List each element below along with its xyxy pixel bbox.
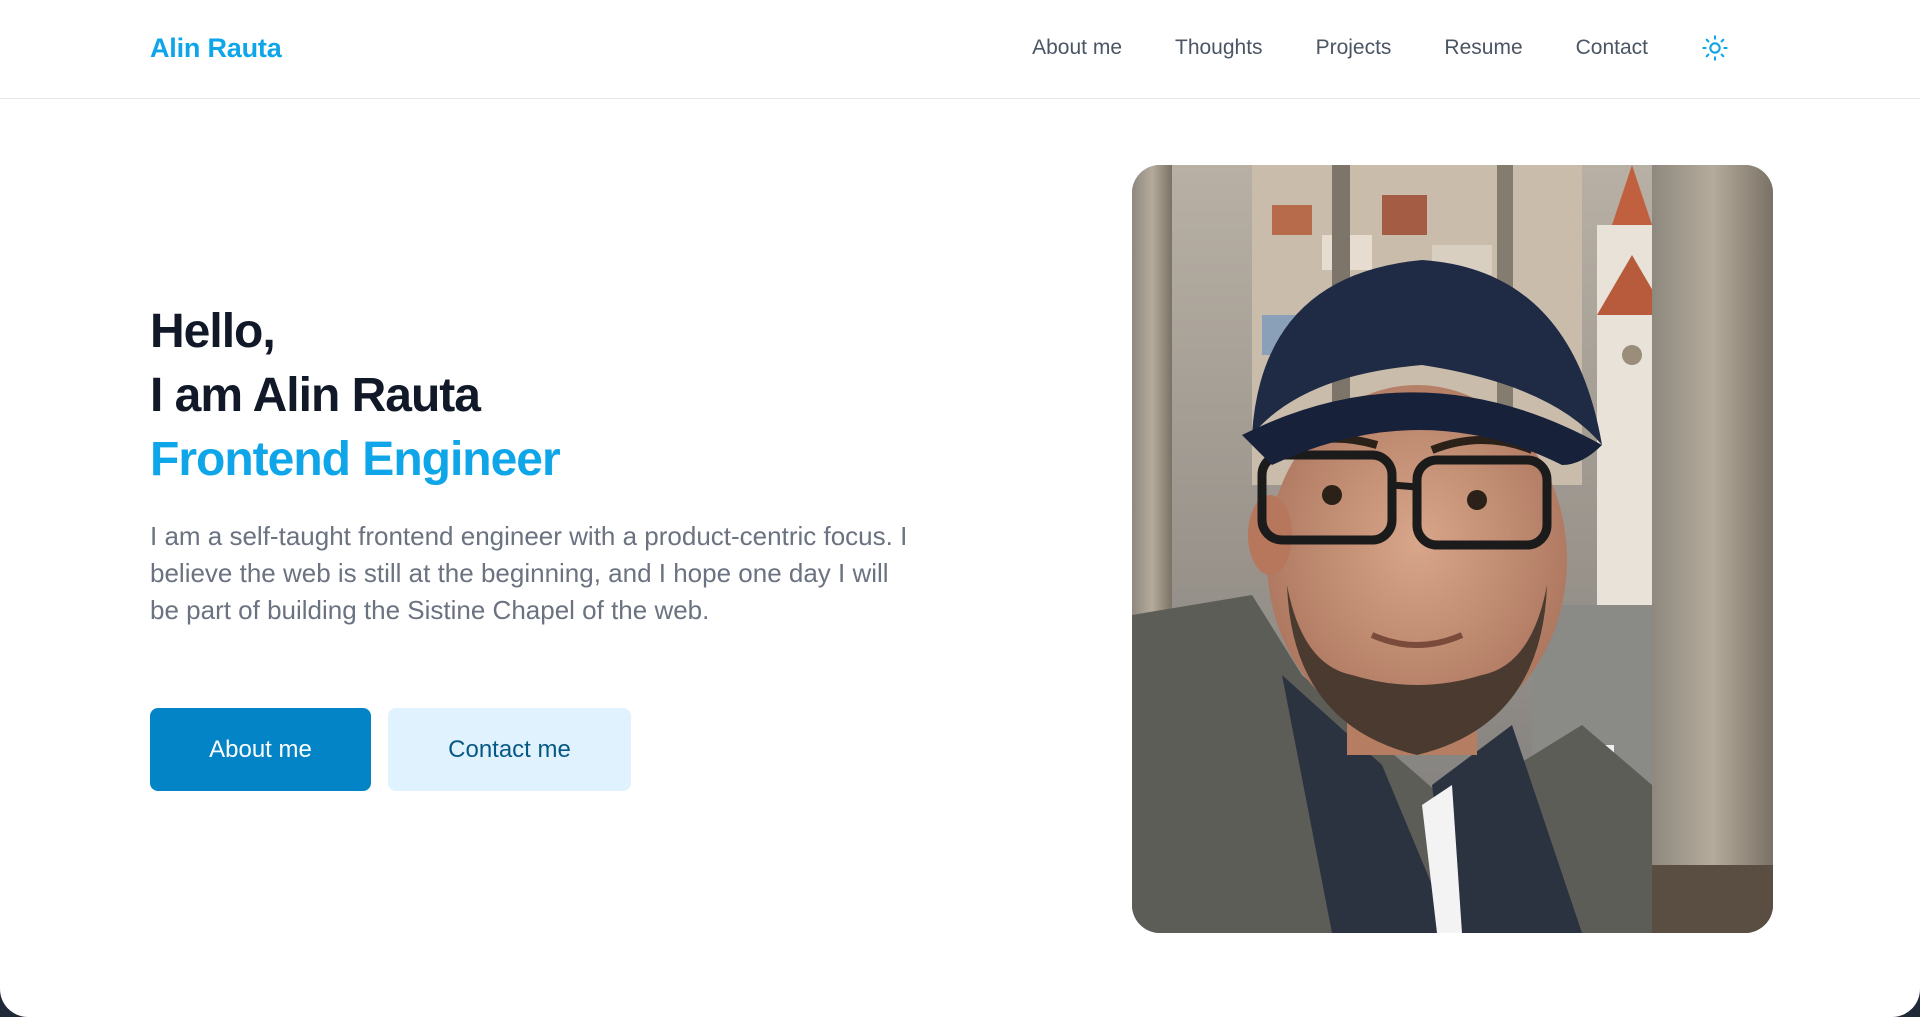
hero-description: I am a self-taught frontend engineer wit… [150,521,908,625]
hero-greeting: Hello, [150,305,276,358]
contact-me-button[interactable]: Contact me [388,708,631,791]
brand-logo-link[interactable]: Alin Rauta [150,30,282,66]
nav-about-me[interactable]: About me [1032,30,1122,66]
sun-icon [1702,35,1728,61]
page: Alin Rauta About me Thoughts Projects Re… [0,0,1920,1017]
nav-contact[interactable]: Contact [1576,30,1648,66]
portrait-photo [1132,165,1773,933]
hero-role: Frontend Engineer [150,433,561,486]
main-nav: About me Thoughts Projects Resume Contac… [1032,30,1730,66]
site-header: Alin Rauta About me Thoughts Projects Re… [0,0,1920,99]
nav-projects[interactable]: Projects [1316,30,1392,66]
hero-intro: I am Alin Rauta [150,369,481,422]
hero-cta-row: About me Contact me [150,708,631,791]
hero-section: Hello, I am Alin Rauta Frontend Engineer… [150,300,910,655]
nav-resume[interactable]: Resume [1444,30,1522,66]
theme-toggle-button[interactable] [1700,33,1730,63]
about-me-button[interactable]: About me [150,708,371,791]
nav-thoughts[interactable]: Thoughts [1175,30,1263,66]
